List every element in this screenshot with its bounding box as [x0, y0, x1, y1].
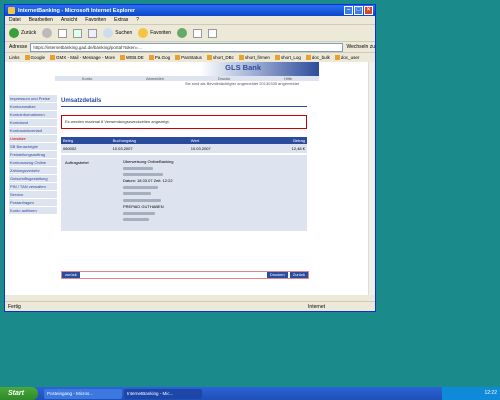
link-item[interactable]: Google	[24, 55, 45, 60]
sidebar-item[interactable]: Service	[9, 191, 57, 199]
address-input[interactable]: https://internetbanking.gad.de/banking/p…	[30, 42, 344, 52]
status-text: Fertig	[8, 303, 21, 310]
menu-favorites[interactable]: Favoriten	[85, 17, 106, 23]
sidebar-item[interactable]: Kontosaldoverlauf	[9, 127, 57, 135]
table-row: 060002 10.03.2007 10.03.2007 12,48 €	[61, 144, 307, 153]
return-button[interactable]: Zurück	[289, 272, 308, 278]
sidebar-item[interactable]: Zahlungsverkehr	[9, 167, 57, 175]
column-header: Wert	[188, 137, 258, 144]
window-title: InternetBanking - Microsoft Internet Exp…	[18, 7, 136, 14]
mail-icon[interactable]	[193, 28, 203, 38]
address-label: Adresse	[9, 44, 28, 50]
print-button[interactable]: Drucken	[266, 272, 288, 278]
table-cell: 12,48 €	[257, 144, 307, 153]
go-button[interactable]: Wechseln zu	[346, 44, 375, 50]
maximize-button[interactable]: □	[354, 6, 363, 15]
forward-icon[interactable]	[42, 28, 53, 38]
search-icon	[103, 28, 114, 38]
links-label: Links	[9, 55, 20, 60]
toolbar: Zurück Suchen Favoriten	[5, 25, 375, 42]
page-title: Umsatzdetails	[61, 98, 102, 104]
info-alert: Es werden maximal 8 Verwendungszweckzeil…	[61, 115, 307, 129]
link-item[interactable]: short_firmen	[238, 55, 270, 60]
start-button[interactable]: Start	[0, 387, 38, 400]
sidebar-item[interactable]: Kontoumsätze	[9, 103, 57, 111]
session-info: Sie sind als Bevollmächtigter angemeldet…	[185, 81, 300, 86]
print-icon[interactable]	[208, 28, 218, 38]
link-item[interactable]: short_Log	[274, 55, 301, 60]
sidebar: Impressum und Preise Kontoumsätze Kontoi…	[9, 95, 57, 215]
minimize-button[interactable]: –	[344, 6, 353, 15]
menu-tools[interactable]: Extras	[114, 17, 128, 23]
column-header: Buchungstag	[110, 137, 189, 144]
star-icon	[138, 28, 149, 38]
favorites-button[interactable]: Favoriten	[138, 28, 171, 38]
page-content: GLS Bank Konto Abmelden Drucke Hilfe Sie…	[5, 62, 375, 295]
table-cell: 060002	[61, 144, 111, 153]
back-arrow-icon	[9, 28, 19, 38]
vertical-scrollbar[interactable]	[368, 62, 375, 295]
detail-line: Datum: 18.03.07 Zeit: 12:22	[123, 178, 173, 184]
taskbar-item-active[interactable]: InternetBanking - Mic...	[124, 388, 202, 399]
divider	[61, 106, 307, 107]
action-bar: zurück Drucken Zurück	[61, 271, 309, 279]
browser-window: InternetBanking - Microsoft Internet Exp…	[4, 4, 376, 312]
link-item[interactable]: GMX - Mail - Message - More	[50, 55, 115, 60]
menu-edit[interactable]: Bearbeiten	[29, 17, 53, 23]
nav-abmelden[interactable]: Abmelden	[146, 76, 164, 81]
sidebar-item[interactable]: SB Benachrigte	[9, 143, 57, 151]
redacted-line	[123, 217, 173, 223]
sidebar-item[interactable]: Konto auflösen	[9, 207, 57, 215]
column-header: Beleg	[61, 137, 111, 144]
table-cell: 10.03.2007	[110, 144, 189, 153]
status-bar: Fertig Internet	[5, 301, 375, 311]
title-bar[interactable]: InternetBanking - Microsoft Internet Exp…	[5, 5, 375, 16]
system-tray-clock: 12:22	[442, 387, 500, 400]
link-item[interactable]: short_DBc	[206, 55, 234, 60]
link-item[interactable]: doc_user	[334, 55, 359, 60]
sidebar-item[interactable]: Kontoland	[9, 119, 57, 127]
sidebar-item[interactable]: Impressum und Preise	[9, 95, 57, 103]
sidebar-item[interactable]: Gutschriftsgestaltung	[9, 175, 57, 183]
transaction-detail: Auftragsbetel Überweisung OnlineBanking …	[61, 155, 307, 231]
sidebar-item[interactable]: PIN / TAN verwalten	[9, 183, 57, 191]
menu-file[interactable]: Datei	[9, 17, 21, 23]
search-button[interactable]: Suchen	[103, 28, 132, 38]
refresh-icon[interactable]	[73, 28, 83, 38]
taskbar-item[interactable]: Posteingang - Micros...	[44, 388, 122, 399]
menu-view[interactable]: Ansicht	[61, 17, 77, 23]
history-icon[interactable]	[177, 28, 188, 38]
nav-konto[interactable]: Konto	[82, 76, 92, 81]
home-icon[interactable]	[88, 28, 98, 38]
link-item[interactable]: doc_bulk	[305, 55, 330, 60]
sidebar-item[interactable]: Kontoauszug Online	[9, 159, 57, 167]
stop-icon[interactable]	[58, 28, 68, 38]
address-bar: Adresse https://internetbanking.gad.de/b…	[5, 42, 375, 53]
detail-label: Auftragsbetel	[65, 160, 89, 165]
close-button[interactable]: ×	[364, 6, 373, 15]
bank-logo: GLS Bank	[225, 63, 261, 72]
menu-bar: Datei Bearbeiten Ansicht Favoriten Extra…	[5, 16, 375, 25]
ie-icon	[8, 7, 15, 14]
detail-lines: Überweisung OnlineBanking Datum: 18.03.0…	[123, 159, 173, 223]
menu-help[interactable]: ?	[136, 17, 139, 23]
bank-header: GLS Bank	[55, 62, 319, 76]
sidebar-item[interactable]: Freistellungsauftrag	[9, 151, 57, 159]
transaction-table: Beleg Buchungstag Wert Betrag 060002 10.…	[61, 137, 307, 153]
main-panel: Umsatzdetails Es werden maximal 8 Verwen…	[61, 92, 307, 231]
zone-text: Internet	[308, 303, 325, 310]
column-header: Betrag	[257, 137, 307, 144]
link-item[interactable]: WEB.DE	[120, 55, 144, 60]
link-item[interactable]: Pa.Gog	[148, 55, 170, 60]
back-link-button[interactable]: zurück	[62, 272, 80, 278]
table-cell: 10.03.2007	[188, 144, 258, 153]
back-button[interactable]: Zurück	[9, 28, 36, 38]
sidebar-item[interactable]: Postanfragen	[9, 199, 57, 207]
sidebar-item-active[interactable]: Umsätze	[9, 135, 57, 143]
taskbar: Start Posteingang - Micros... InternetBa…	[0, 387, 500, 400]
link-item[interactable]: PanStatus	[175, 55, 202, 60]
sidebar-item[interactable]: Kontoinformationen	[9, 111, 57, 119]
